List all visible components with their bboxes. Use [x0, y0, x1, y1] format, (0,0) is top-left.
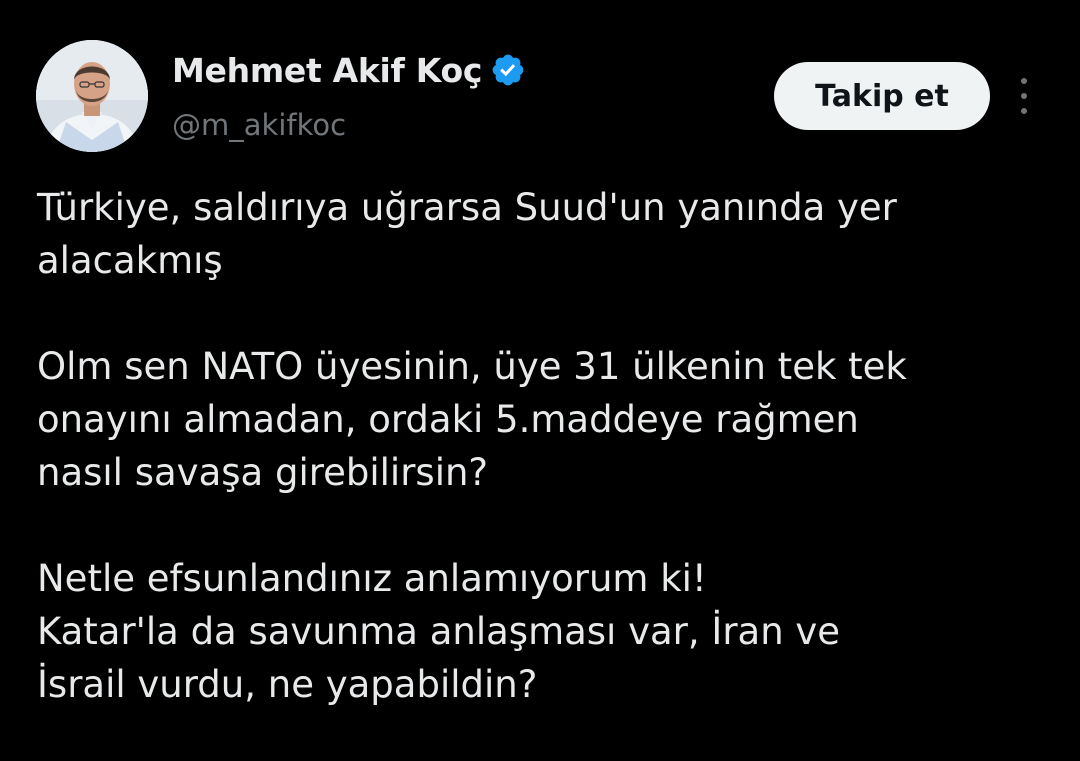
tweet-card: Mehmet Akif Koç @m_akifkoc Takip et Türk…: [0, 0, 1080, 761]
tweet-line: nasıl savaşa girebilirsin?: [37, 451, 489, 494]
more-vertical-icon[interactable]: [1008, 74, 1040, 118]
verified-badge-icon[interactable]: [490, 52, 526, 88]
tweet-line-gap: [37, 287, 1057, 340]
author-avatar[interactable]: [36, 40, 148, 152]
tweet-line: Katar'la da savunma anlaşması var, İran …: [37, 610, 841, 653]
more-dot: [1021, 108, 1027, 114]
tweet-line: Türkiye, saldırıya uğrarsa Suud'un yanın…: [37, 186, 897, 229]
more-dot: [1021, 78, 1027, 84]
more-dot: [1021, 93, 1027, 99]
tweet-line: Olm sen NATO üyesinin, üye 31 ülkenin te…: [37, 345, 907, 388]
tweet-text: Türkiye, saldırıya uğrarsa Suud'un yanın…: [37, 181, 1057, 711]
author-name-row: Mehmet Akif Koç: [172, 48, 526, 92]
author-display-name[interactable]: Mehmet Akif Koç: [172, 51, 482, 90]
tweet-line: Netle efsunlandınız anlamıyorum ki!: [37, 557, 707, 600]
tweet-line: onayını almadan, ordaki 5.maddeye rağmen: [37, 398, 859, 441]
avatar-image: [36, 40, 148, 152]
tweet-line: alacakmış: [37, 239, 223, 282]
author-handle[interactable]: @m_akifkoc: [172, 108, 346, 142]
follow-button[interactable]: Takip et: [774, 62, 990, 130]
tweet-line-gap: [37, 499, 1057, 552]
tweet-header: Mehmet Akif Koç @m_akifkoc Takip et: [0, 0, 1080, 170]
tweet-line: İsrail vurdu, ne yapabildin?: [37, 663, 538, 706]
